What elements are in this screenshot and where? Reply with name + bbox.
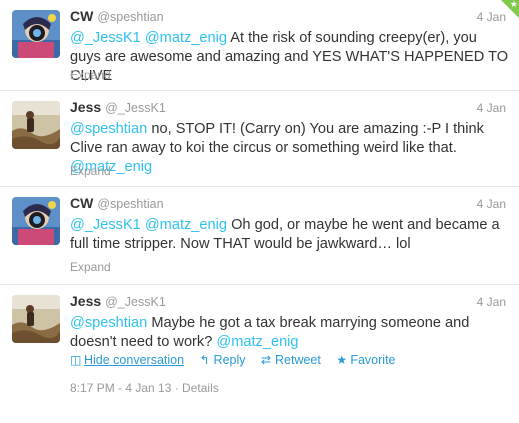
timestamp[interactable]: 4 Jan xyxy=(477,295,506,309)
avatar[interactable] xyxy=(12,295,60,343)
favorite-label: Favorite xyxy=(350,353,396,367)
mention-link[interactable]: @speshtian xyxy=(70,315,147,331)
tweet-header: CW @speshtian 4 Jan xyxy=(70,8,510,28)
tweet[interactable]: CW @speshtian 4 Jan @_JessK1 @matz_enig A… xyxy=(0,0,519,91)
avatar-image xyxy=(12,101,60,149)
mention-link[interactable]: @_JessK1 xyxy=(70,217,141,233)
tweet-actions: ◫ Hide conversation ↰ Reply ⇄ Retweet ★ Favo… xyxy=(70,353,500,369)
user-handle[interactable]: @speshtian xyxy=(97,10,163,24)
timestamp[interactable]: 4 Jan xyxy=(477,101,506,115)
star-icon: ★ xyxy=(336,353,348,367)
user-name[interactable]: Jess xyxy=(70,293,101,309)
user-handle[interactable]: @_JessK1 xyxy=(105,295,166,309)
tweet-details-meta[interactable]: 8:17 PM - 4 Jan 13 · Details xyxy=(70,381,219,395)
expand-link[interactable]: Expand xyxy=(70,68,111,82)
tweet[interactable]: CW @speshtian 4 Jan @_JessK1 @matz_enig O… xyxy=(0,187,519,285)
user-handle[interactable]: @_JessK1 xyxy=(105,101,166,115)
retweet-icon: ⇄ xyxy=(261,353,272,367)
retweet-button[interactable]: ⇄ Retweet xyxy=(261,353,321,367)
reply-icon: ↰ xyxy=(199,353,210,367)
user-name[interactable]: CW xyxy=(70,8,93,24)
mention-link[interactable]: @matz_enig xyxy=(216,334,298,350)
hide-conversation-button[interactable]: ◫ Hide conversation xyxy=(70,353,184,367)
reply-label: Reply xyxy=(213,353,246,367)
conversation-icon: ◫ xyxy=(70,353,82,367)
avatar[interactable] xyxy=(12,10,60,58)
avatar[interactable] xyxy=(12,101,60,149)
tweet[interactable]: Jess @_JessK1 4 Jan @speshtian no, STOP I… xyxy=(0,91,519,187)
avatar-image xyxy=(12,10,60,58)
star-icon: ★ xyxy=(509,0,518,9)
expand-link[interactable]: Expand xyxy=(70,164,111,178)
tweet-header: CW @speshtian 4 Jan xyxy=(70,195,510,215)
user-name[interactable]: Jess xyxy=(70,99,101,115)
favorite-button[interactable]: ★ Favorite xyxy=(336,353,395,367)
user-name[interactable]: CW xyxy=(70,195,93,211)
retweet-label: Retweet xyxy=(275,353,321,367)
mention-link[interactable]: @matz_enig xyxy=(145,217,227,233)
expand-link[interactable]: Expand xyxy=(70,260,111,274)
avatar[interactable] xyxy=(12,197,60,245)
user-handle[interactable]: @speshtian xyxy=(97,197,163,211)
mention-link[interactable]: @speshtian xyxy=(70,121,147,137)
mention-link[interactable]: @_JessK1 xyxy=(70,30,141,46)
tweet-expanded[interactable]: Jess @_JessK1 4 Jan @speshtian Maybe he g… xyxy=(0,285,519,423)
tweet-text: @speshtian no, STOP IT! (Carry on) You a… xyxy=(70,120,510,177)
hide-conversation-label: Hide conversation xyxy=(84,353,185,367)
tweet-text: @speshtian Maybe he got a tax break marr… xyxy=(70,314,510,352)
mention-link[interactable]: @matz_enig xyxy=(145,30,227,46)
tweet-text: @_JessK1 @matz_enig Oh god, or maybe he … xyxy=(70,216,510,254)
avatar-image xyxy=(12,197,60,245)
timestamp[interactable]: 4 Jan xyxy=(477,197,506,211)
tweet-header: Jess @_JessK1 4 Jan xyxy=(70,293,510,313)
reply-button[interactable]: ↰ Reply xyxy=(200,353,246,367)
avatar-image xyxy=(12,295,60,343)
tweet-text: @_JessK1 @matz_enig At the risk of sound… xyxy=(70,29,510,86)
tweet-header: Jess @_JessK1 4 Jan xyxy=(70,99,510,119)
